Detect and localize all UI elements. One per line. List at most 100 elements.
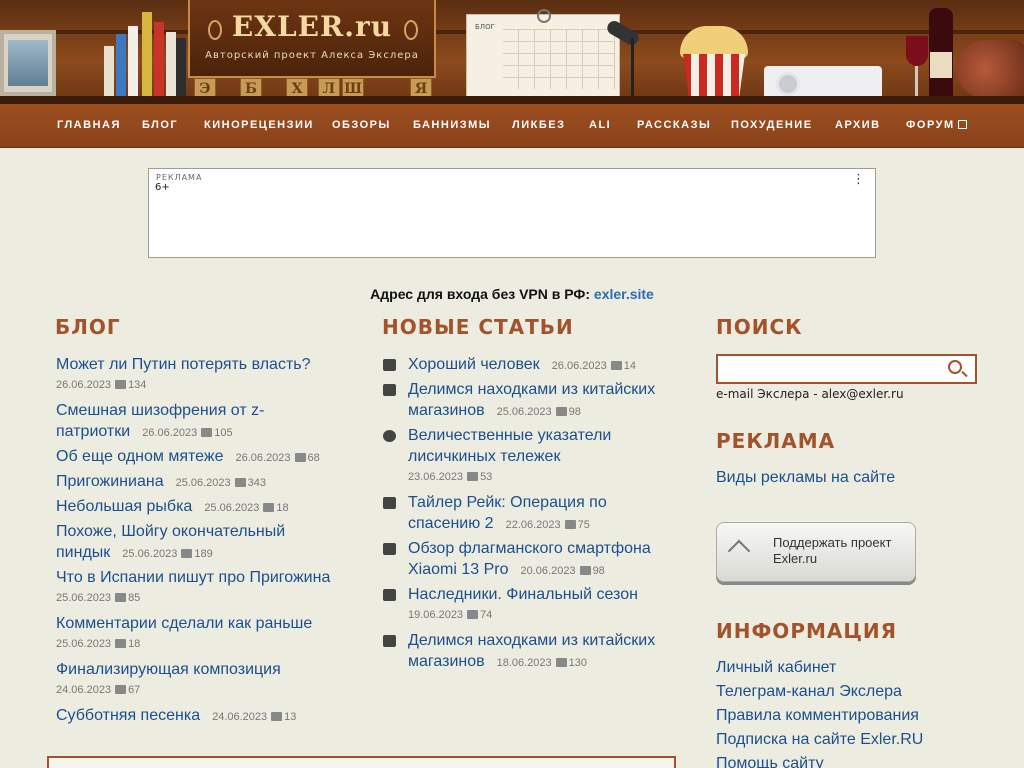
comment-count[interactable]: 18 — [276, 502, 288, 514]
post-title[interactable]: Смешная шизофрения от z- — [56, 400, 346, 421]
vpn-notice: Адрес для входа без VPN в РФ: exler.site — [0, 286, 1024, 302]
blog-post[interactable]: Смешная шизофрения от z- патриотки 26.06.… — [56, 400, 346, 444]
article-item[interactable]: Делимся находками из китайских магазинов… — [408, 630, 698, 674]
blog-post[interactable]: Похоже, Шойгу окончательный пиндык 25.06.… — [56, 521, 346, 565]
article-title[interactable]: Величественные указатели — [408, 425, 698, 446]
article-title[interactable]: Хороший человек — [408, 356, 540, 373]
nav-overviews[interactable]: ОБЗОРЫ — [332, 119, 391, 131]
article-title[interactable]: Делимся находками из китайских — [408, 630, 698, 651]
article-item[interactable]: Величественные указатели лисичкиных теле… — [408, 425, 698, 488]
post-title-line2[interactable]: патриотки — [56, 423, 130, 440]
nav-archive[interactable]: АРХИВ — [835, 119, 881, 131]
post-title[interactable]: Об еще одном мятеже — [56, 448, 223, 465]
blog-post[interactable]: Об еще одном мятеже 26.06.2023 68 — [56, 446, 320, 469]
comment-count[interactable]: 134 — [128, 379, 146, 391]
support-button[interactable]: Поддержать проект Exler.ru — [716, 522, 916, 582]
nav-blog[interactable]: БЛОГ — [142, 119, 178, 131]
post-title[interactable]: Комментарии сделали как раньше — [56, 613, 312, 634]
blog-post[interactable]: Может ли Путин потерять власть? 26.06.20… — [56, 354, 311, 396]
article-title-line2[interactable]: Xiaomi 13 Pro — [408, 561, 509, 578]
info-link-rules[interactable]: Правила комментирования — [716, 707, 919, 725]
post-title[interactable]: Похоже, Шойгу окончательный — [56, 521, 346, 542]
comment-count[interactable]: 14 — [624, 360, 636, 372]
article-title-line2[interactable]: магазинов — [408, 653, 485, 670]
comment-count[interactable]: 74 — [480, 609, 492, 621]
post-title[interactable]: Небольшая рыбка — [56, 498, 192, 515]
logo-box[interactable]: EXLER.ru Авторский проект Алекса Экслера — [188, 0, 436, 78]
nav-diet[interactable]: ПОХУДЕНИЕ — [731, 119, 813, 131]
book — [104, 46, 114, 96]
post-title[interactable]: Субботняя песенка — [56, 707, 200, 724]
search-title: ПОИСК — [716, 315, 803, 339]
nav-stories[interactable]: РАССКАЗЫ — [637, 119, 711, 131]
article-item[interactable]: Обзор флагманского смартфона Xiaomi 13 P… — [408, 538, 698, 582]
author-photo — [8, 40, 48, 86]
comment-icon — [115, 685, 127, 694]
vpn-link[interactable]: exler.site — [594, 286, 654, 302]
comment-count[interactable]: 130 — [569, 657, 587, 669]
nav-forum[interactable]: ФОРУМ — [906, 119, 967, 131]
info-link-help[interactable]: Помощь сайту — [716, 755, 824, 768]
article-title[interactable]: Наследники. Финальный сезон — [408, 584, 698, 605]
post-title[interactable]: Пригожиниана — [56, 473, 164, 490]
article-title-line2[interactable]: спасению 2 — [408, 515, 494, 532]
comment-count[interactable]: 98 — [569, 406, 581, 418]
article-title[interactable]: Обзор флагманского смартфона — [408, 538, 698, 559]
comment-count[interactable]: 53 — [480, 471, 492, 483]
article-title[interactable]: Делимся находками из китайских — [408, 379, 698, 400]
search-icon[interactable] — [948, 360, 962, 374]
support-text: Поддержать проект Exler.ru — [773, 535, 891, 567]
article-title-line2[interactable]: магазинов — [408, 402, 485, 419]
blog-post[interactable]: Финализирующая композиция 24.06.2023 67 — [56, 659, 281, 701]
film-icon — [383, 359, 396, 371]
info-link-telegram[interactable]: Телеграм-канал Экслера — [716, 683, 902, 701]
info-link-subscribe[interactable]: Подписка на сайте Exler.RU — [716, 731, 923, 749]
comment-count[interactable]: 13 — [284, 711, 296, 723]
article-item[interactable]: Наследники. Финальный сезон 19.06.2023 74 — [408, 584, 698, 626]
post-date: 25.06.2023 — [175, 477, 231, 489]
ads-link[interactable]: Виды рекламы на сайте — [716, 469, 895, 487]
comment-count[interactable]: 343 — [248, 477, 266, 489]
post-title[interactable]: Что в Испании пишут про Пригожина — [56, 567, 330, 588]
info-link-cabinet[interactable]: Личный кабинет — [716, 659, 836, 677]
post-title[interactable]: Может ли Путин потерять власть? — [56, 354, 311, 375]
comment-count[interactable]: 75 — [578, 519, 590, 531]
blog-post[interactable]: Небольшая рыбка 25.06.2023 18 — [56, 496, 289, 519]
article-item[interactable]: Делимся находками из китайских магазинов… — [408, 379, 698, 423]
comment-icon — [467, 610, 479, 619]
search-input[interactable] — [716, 354, 977, 384]
post-title-line2[interactable]: пиндык — [56, 544, 110, 561]
post-title[interactable]: Финализирующая композиция — [56, 659, 281, 680]
article-title-line2[interactable]: лисичкиных тележек — [408, 446, 698, 467]
blog-post[interactable]: Что в Испании пишут про Пригожина 25.06.… — [56, 567, 330, 609]
article-title[interactable]: Тайлер Рейк: Операция по — [408, 492, 698, 513]
book — [154, 22, 164, 96]
ad-banner[interactable]: РЕКЛАМА 6+ ⋮ — [148, 168, 876, 258]
nav-reviews[interactable]: КИНОРЕЦЕНЗИИ — [204, 119, 314, 131]
nav-bannizms[interactable]: БАННИЗМЫ — [413, 119, 491, 131]
blog-post[interactable]: Субботняя песенка 24.06.2023 13 — [56, 705, 296, 728]
blog-post[interactable]: Пригожиниана 25.06.2023 343 — [56, 471, 266, 494]
blog-title[interactable]: БЛОГ — [55, 315, 121, 339]
comment-count[interactable]: 189 — [194, 548, 212, 560]
comment-count[interactable]: 67 — [128, 684, 140, 696]
site-logo[interactable]: EXLER.ru — [190, 10, 434, 43]
nav-home[interactable]: ГЛАВНАЯ — [57, 119, 121, 131]
comment-count[interactable]: 98 — [593, 565, 605, 577]
comment-count[interactable]: 68 — [308, 452, 320, 464]
comment-icon — [579, 566, 591, 575]
articles-title[interactable]: НОВЫЕ СТАТЬИ — [382, 315, 574, 339]
comment-count[interactable]: 18 — [128, 638, 140, 650]
article-item[interactable]: Тайлер Рейк: Операция по спасению 2 22.06… — [408, 492, 698, 536]
more-vertical-icon[interactable]: ⋮ — [852, 173, 865, 186]
post-date: 25.06.2023 — [56, 592, 112, 604]
comment-count[interactable]: 105 — [214, 427, 232, 439]
blog-post[interactable]: Комментарии сделали как раньше 25.06.202… — [56, 613, 312, 655]
bottom-panel — [47, 756, 676, 768]
nav-ali[interactable]: ALI — [589, 119, 611, 131]
article-item[interactable]: Хороший человек 26.06.2023 14 — [408, 354, 636, 377]
post-meta: 25.06.2023 18 — [56, 634, 312, 655]
nav-likbez[interactable]: ЛИКБЕЗ — [512, 119, 565, 131]
comment-count[interactable]: 85 — [128, 592, 140, 604]
comment-icon — [201, 428, 213, 437]
